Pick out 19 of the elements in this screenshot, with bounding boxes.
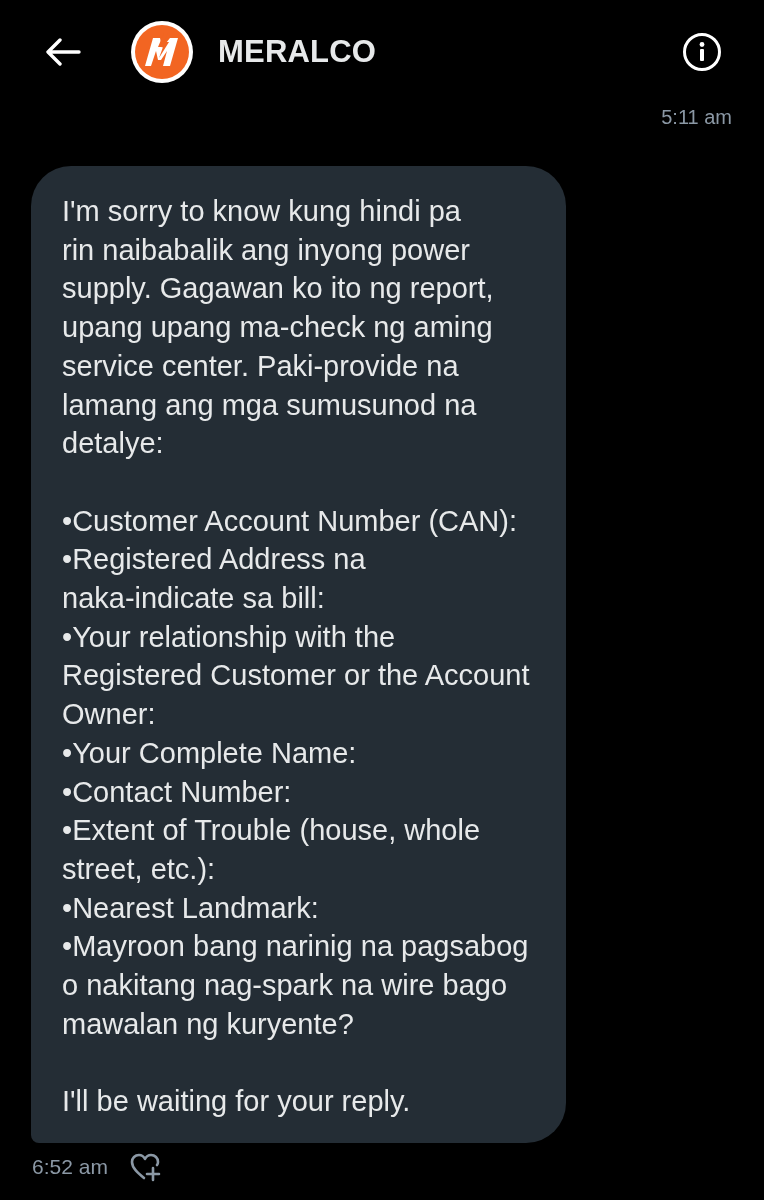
logo-icon bbox=[131, 21, 193, 83]
info-button[interactable] bbox=[682, 32, 722, 72]
react-button[interactable] bbox=[129, 1151, 162, 1182]
message-text: I'll be waiting for your reply. bbox=[62, 1084, 412, 1120]
list-item: •Your relationship with the Registered Customer or the Account Owner: bbox=[62, 619, 531, 733]
list-item: •Your Complete Name: bbox=[62, 735, 358, 771]
timestamp: 5:11 am bbox=[661, 105, 732, 130]
list-item: •Nearest Landmark: bbox=[62, 890, 320, 926]
list-item: •Registered Address na naka-indicate sa bill: bbox=[62, 542, 367, 616]
contact-name: MERALCO bbox=[218, 32, 377, 71]
list-item: •Contact Number: bbox=[62, 774, 293, 810]
message-text: I'm sorry to know kung hindi pa rin naibabalik ang inyong power supply. Gagawan ko ito ng report, upang upang ma-check ng aming service center. Paki-provide na lamang ang mga sumusunod na detalye: bbox=[62, 194, 495, 462]
list-item: •Extent of Trouble (house, whole street, etc.): bbox=[62, 813, 482, 887]
back-arrow-icon bbox=[45, 38, 81, 66]
list-item: •Mayroon bang narinig na pagsabog o nakitang nag-spark na wire bago mawalan ng kuryente? bbox=[62, 929, 530, 1042]
list-item: •Customer Account Number (CAN): bbox=[62, 503, 518, 539]
info-icon bbox=[682, 32, 722, 72]
heart-plus-icon bbox=[129, 1151, 162, 1182]
timestamp: 6:52 am bbox=[32, 1154, 108, 1181]
